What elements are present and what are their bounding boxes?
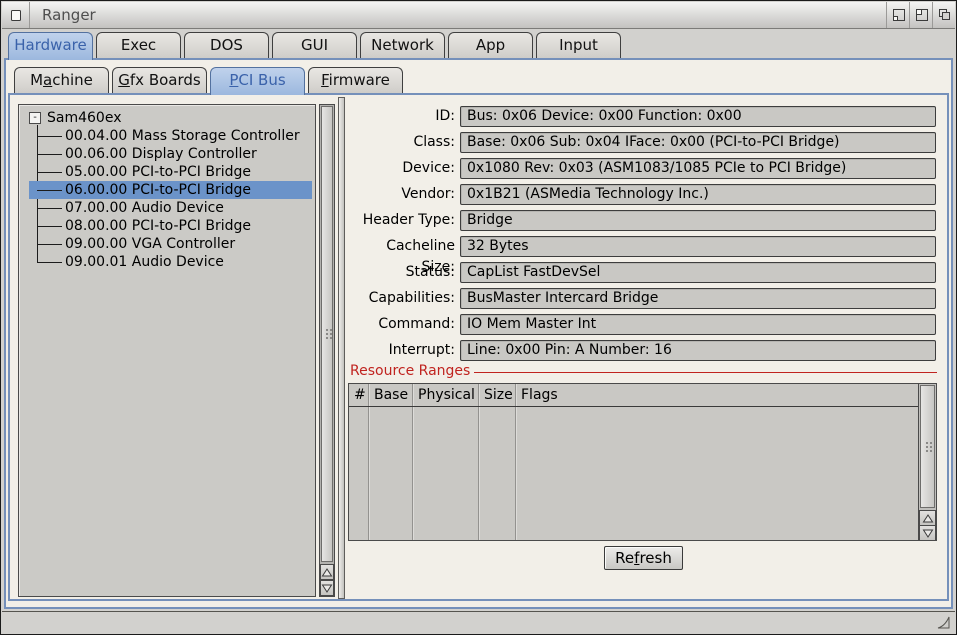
column-header-physical: Physical	[413, 384, 479, 406]
tree-item-00-04-00[interactable]: 00.04.00 Mass Storage Controller	[19, 127, 312, 145]
table-header-row: # Base Physical Size Flags	[349, 384, 918, 407]
field-value-id: Bus: 0x06 Device: 0x00 Function: 0x00	[460, 106, 936, 127]
field-value-class: Base: 0x06 Sub: 0x04 IFace: 0x00 (PCI-to…	[460, 132, 936, 153]
field-label-status: Status:	[350, 262, 460, 283]
field-label-capabilities: Capabilities:	[350, 288, 460, 309]
column-header-size: Size	[479, 384, 516, 406]
collapse-icon[interactable]: -	[29, 112, 41, 124]
triangle-up-icon	[321, 567, 333, 578]
tree-scrollbar-thumb[interactable]	[321, 106, 333, 562]
tree-item-06-00-00[interactable]: 06.00.00 PCI-to-PCI Bridge	[19, 181, 312, 199]
field-label-interrupt: Interrupt:	[350, 340, 460, 361]
field-value-cacheline-size: 32 Bytes	[460, 236, 936, 257]
field-value-device: 0x1080 Rev: 0x03 (ASM1083/1085 PCIe to P…	[460, 158, 936, 179]
field-value-capabilities: BusMaster Intercard Bridge	[460, 288, 936, 309]
field-value-status: CapList FastDevSel	[460, 262, 936, 283]
table-scrollbar-thumb[interactable]	[920, 385, 935, 508]
table-scrollbar[interactable]	[918, 384, 936, 540]
field-label-id: ID:	[350, 106, 460, 127]
device-tree: - Sam460ex 00.04.00 Mass Storage Control…	[18, 104, 316, 597]
tree-root-sam460ex[interactable]: - Sam460ex	[19, 109, 315, 127]
field-value-vendor: 0x1B21 (ASMedia Technology Inc.)	[460, 184, 936, 205]
tree-item-09-00-00[interactable]: 09.00.00 VGA Controller	[19, 235, 312, 253]
resource-ranges-title: Resource Ranges	[350, 363, 474, 379]
table-column-grid	[349, 384, 918, 540]
tree-item-07-00-00[interactable]: 07.00.00 Audio Device	[19, 199, 312, 217]
field-row-cacheline-size: Cacheline Size: 32 Bytes	[350, 236, 936, 257]
field-row-interrupt: Interrupt: Line: 0x00 Pin: A Number: 16	[350, 340, 936, 361]
field-row-command: Command: IO Mem Master Int	[350, 314, 936, 335]
table-scroll-up-button[interactable]	[919, 510, 936, 526]
resource-ranges-rule	[474, 372, 937, 373]
triangle-up-icon	[922, 513, 934, 524]
tree-item-09-00-01[interactable]: 09.00.01 Audio Device	[19, 253, 312, 271]
field-value-header-type: Bridge	[460, 210, 936, 231]
field-value-command: IO Mem Master Int	[460, 314, 936, 335]
column-header-number: #	[349, 384, 369, 406]
thumb-grip-icon	[926, 442, 928, 444]
tree-scroll-down-button[interactable]	[320, 580, 334, 596]
field-label-vendor: Vendor:	[350, 184, 460, 205]
field-row-vendor: Vendor: 0x1B21 (ASMedia Technology Inc.)	[350, 184, 936, 205]
ranger-window: Ranger Hardware Exec DOS GUI Ne	[0, 0, 957, 635]
column-header-flags: Flags	[516, 384, 918, 406]
field-value-interrupt: Line: 0x00 Pin: A Number: 16	[460, 340, 936, 361]
field-label-device: Device:	[350, 158, 460, 179]
resource-ranges-table: # Base Physical Size Flags	[348, 383, 937, 541]
field-label-cacheline-size: Cacheline Size:	[350, 236, 460, 257]
thumb-grip-icon	[326, 329, 328, 331]
field-row-device: Device: 0x1080 Rev: 0x03 (ASM1083/1085 P…	[350, 158, 936, 179]
field-row-header-type: Header Type: Bridge	[350, 210, 936, 231]
refresh-button[interactable]: Refresh	[604, 546, 683, 570]
field-label-command: Command:	[350, 314, 460, 335]
field-row-class: Class: Base: 0x06 Sub: 0x04 IFace: 0x00 …	[350, 132, 936, 153]
panel-splitter[interactable]	[338, 97, 345, 599]
field-label-class: Class:	[350, 132, 460, 153]
field-row-status: Status: CapList FastDevSel	[350, 262, 936, 283]
tree-scroll-up-button[interactable]	[320, 564, 334, 580]
field-row-capabilities: Capabilities: BusMaster Intercard Bridge	[350, 288, 936, 309]
column-header-base: Base	[369, 384, 413, 406]
tree-root-label: Sam460ex	[47, 109, 121, 127]
tree-item-05-00-00[interactable]: 05.00.00 PCI-to-PCI Bridge	[19, 163, 312, 181]
triangle-down-icon	[321, 583, 333, 594]
tree-item-08-00-00[interactable]: 08.00.00 PCI-to-PCI Bridge	[19, 217, 312, 235]
field-row-id: ID: Bus: 0x06 Device: 0x00 Function: 0x0…	[350, 106, 936, 127]
table-scroll-down-button[interactable]	[919, 525, 936, 541]
tree-scrollbar[interactable]	[319, 104, 335, 597]
triangle-down-icon	[922, 528, 934, 539]
field-label-header-type: Header Type:	[350, 210, 460, 231]
tree-item-00-06-00[interactable]: 00.06.00 Display Controller	[19, 145, 312, 163]
